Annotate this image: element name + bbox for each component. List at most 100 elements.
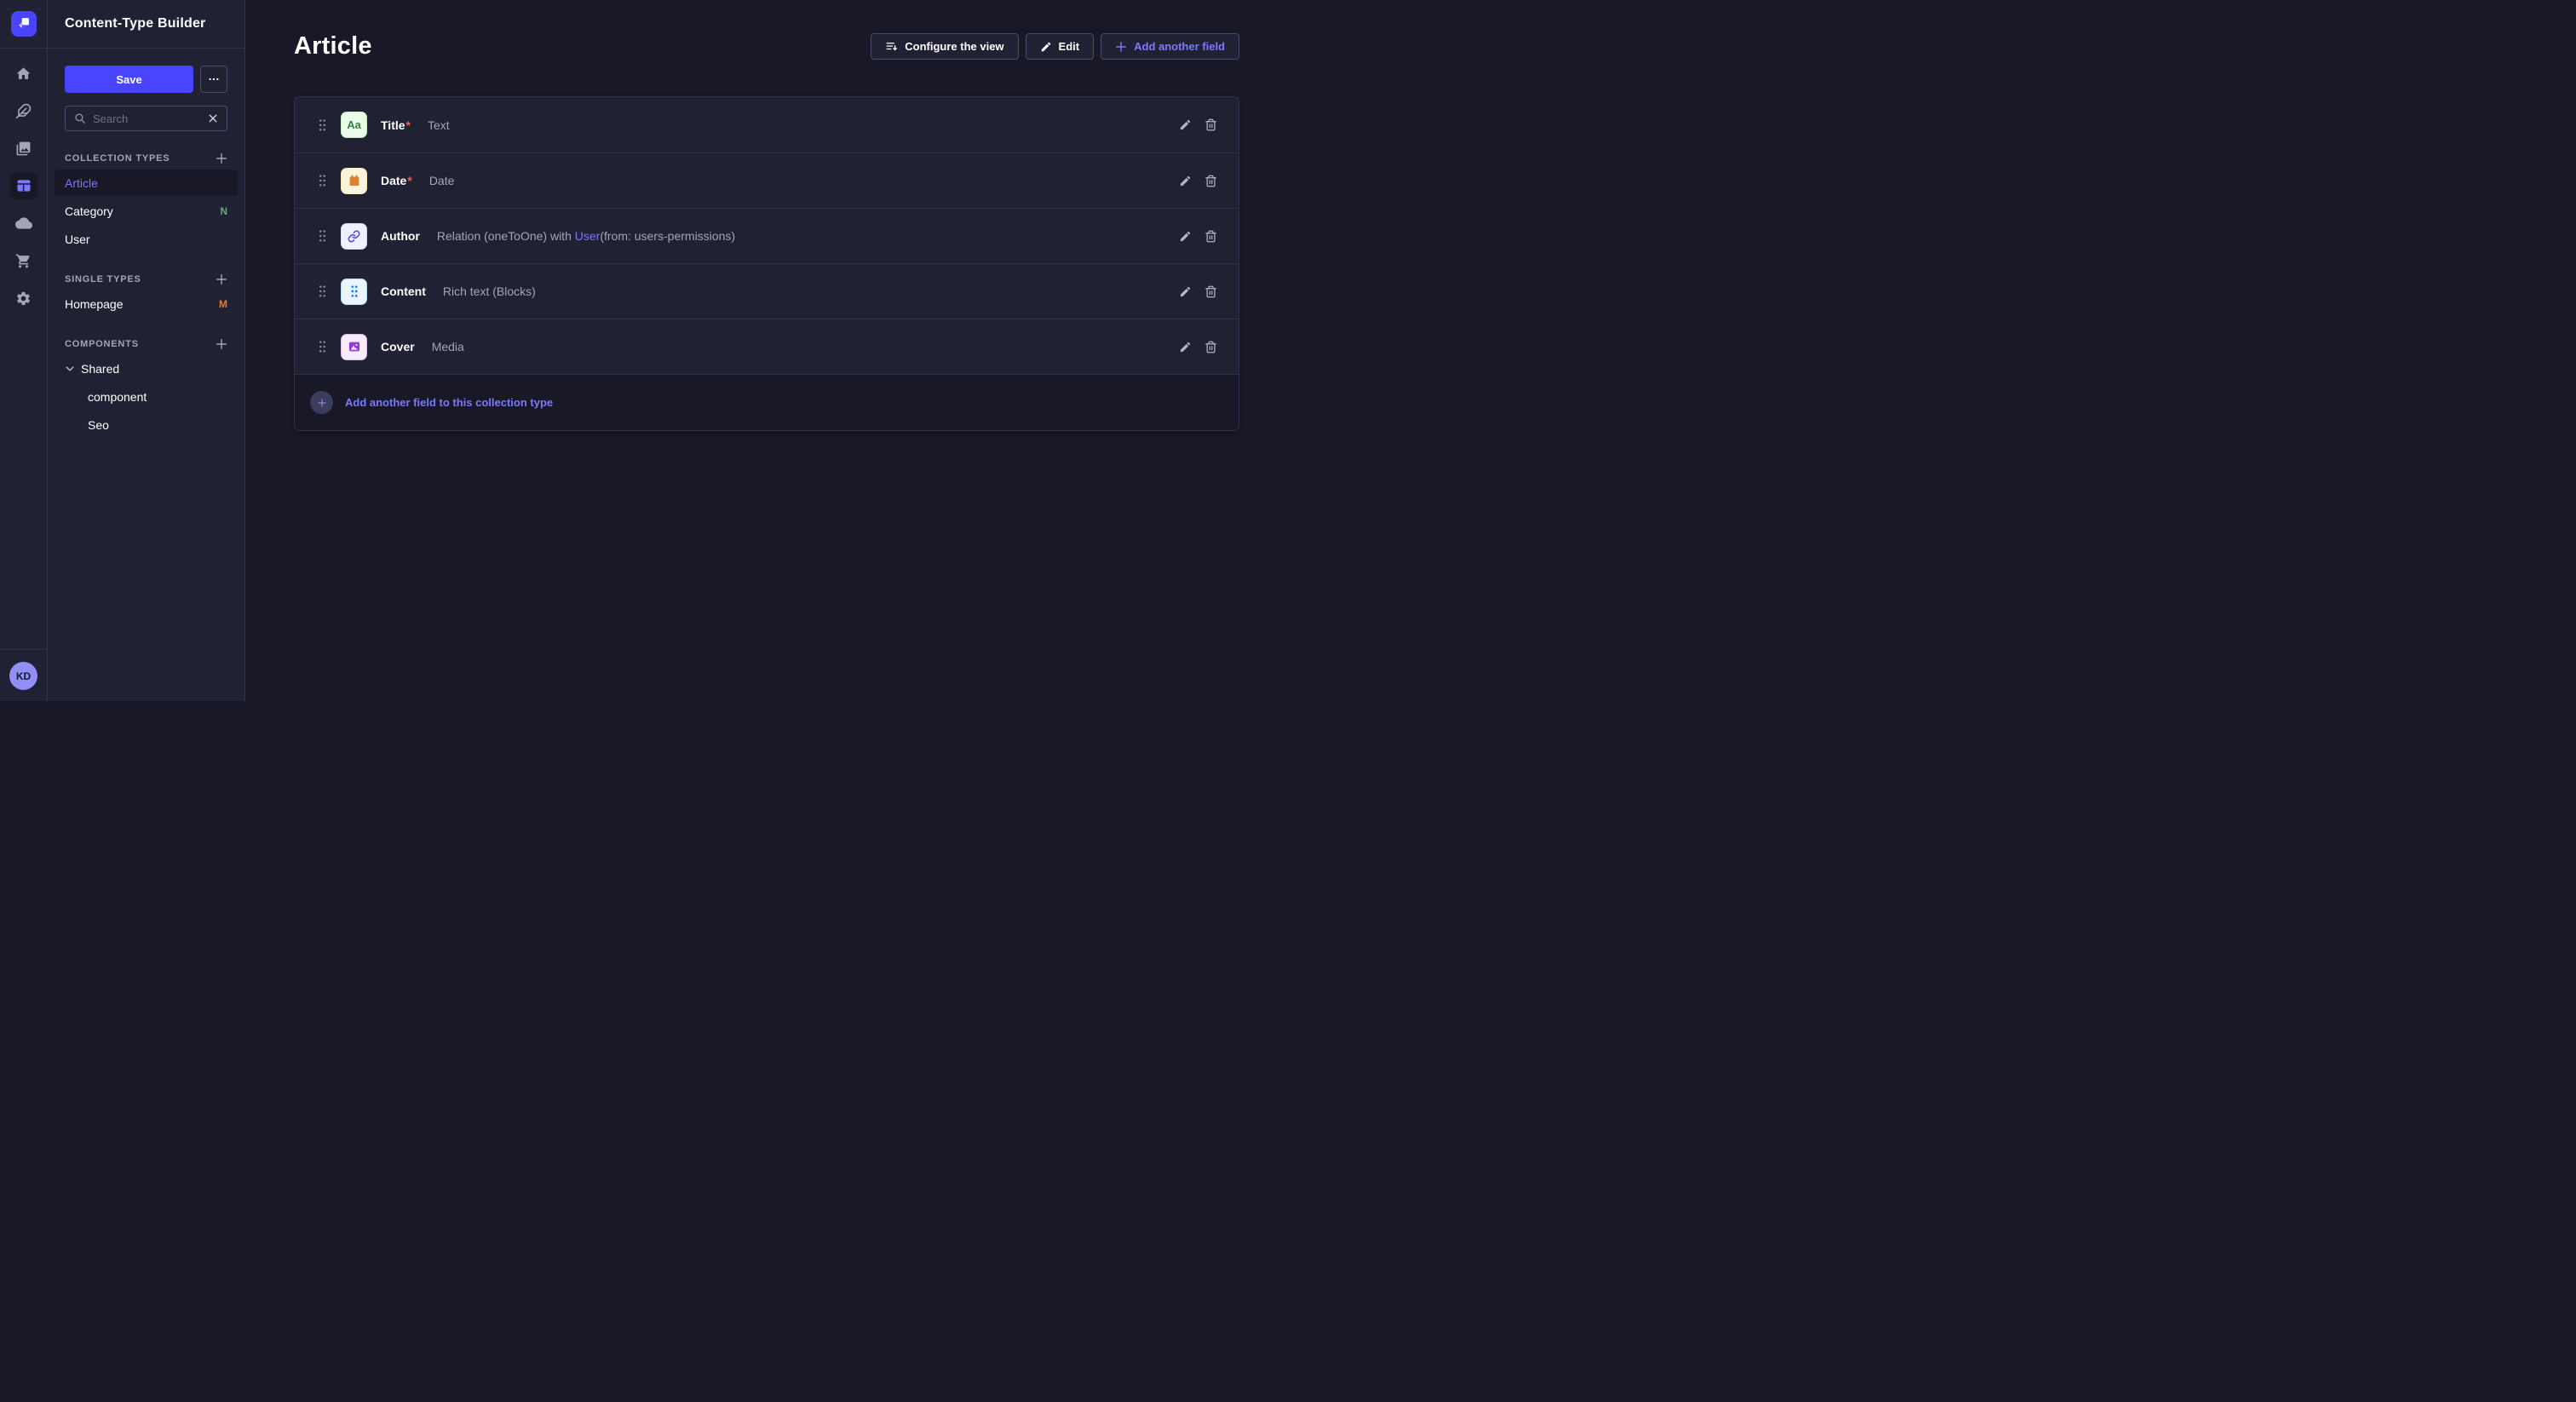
- gear-icon: [15, 290, 32, 307]
- rail-footer: KD: [0, 649, 47, 701]
- user-avatar[interactable]: KD: [9, 662, 37, 690]
- sidebar-body: Save Collection Types: [48, 49, 244, 438]
- button-label: Configure the view: [905, 40, 1003, 53]
- component-item-component[interactable]: component: [65, 383, 227, 410]
- more-options-button[interactable]: [200, 66, 227, 93]
- fields-table: Aa Title* Text Date* Date: [294, 96, 1239, 431]
- drag-handle-icon[interactable]: [319, 174, 326, 187]
- item-label: Homepage: [65, 297, 124, 311]
- field-type: Date: [429, 174, 455, 187]
- clear-search-button[interactable]: [208, 113, 218, 124]
- drag-handle-icon[interactable]: [319, 118, 326, 132]
- edit-field-button[interactable]: [1179, 341, 1192, 353]
- add-collection-type-button[interactable]: [216, 152, 227, 164]
- nav-marketplace[interactable]: [10, 247, 37, 274]
- section-head: Components: [65, 338, 227, 353]
- field-row-cover: Cover Media: [295, 319, 1239, 374]
- delete-field-button[interactable]: [1205, 285, 1217, 298]
- cart-icon: [15, 253, 32, 269]
- nav-content-type-builder[interactable]: [10, 172, 37, 199]
- sidebar-item-homepage[interactable]: Homepage M: [55, 290, 238, 317]
- edit-field-button[interactable]: [1179, 285, 1192, 298]
- field-name: Date*: [381, 174, 412, 187]
- add-field-link[interactable]: Add another field to this collection typ…: [345, 396, 553, 409]
- main-content: Article Configure the view Edit Add an: [245, 0, 1288, 701]
- field-row-title: Aa Title* Text: [295, 97, 1239, 152]
- feather-icon: [15, 103, 32, 119]
- edit-field-button[interactable]: [1179, 230, 1192, 243]
- plus-circle-icon: [310, 391, 333, 414]
- edit-field-button[interactable]: [1179, 175, 1192, 187]
- component-item-seo[interactable]: Seo: [65, 411, 227, 438]
- search-box: [65, 106, 227, 131]
- cloud-icon: [15, 215, 32, 232]
- field-row-content: Content Rich text (Blocks): [295, 263, 1239, 319]
- section-label: Collection Types: [65, 153, 170, 164]
- add-single-type-button[interactable]: [216, 273, 227, 285]
- page-title: Article: [294, 32, 372, 60]
- drag-handle-icon[interactable]: [319, 340, 326, 353]
- sidebar-item-category[interactable]: Category N: [55, 198, 238, 224]
- field-name: Content: [381, 284, 426, 298]
- header-actions: Configure the view Edit Add another fiel…: [871, 33, 1239, 60]
- main-nav-rail: KD: [0, 0, 48, 701]
- home-icon: [15, 66, 32, 82]
- add-another-field-button[interactable]: Add another field: [1101, 33, 1239, 60]
- pencil-icon: [1179, 118, 1192, 131]
- nav-home[interactable]: [10, 60, 37, 87]
- relation-target-link[interactable]: User: [575, 229, 601, 243]
- section-label: Single Types: [65, 274, 141, 284]
- add-component-button[interactable]: [216, 338, 227, 350]
- delete-field-button[interactable]: [1205, 118, 1217, 131]
- nav-cloud[interactable]: [10, 210, 37, 237]
- add-field-footer[interactable]: Add another field to this collection typ…: [295, 374, 1239, 430]
- pencil-icon: [1179, 285, 1192, 298]
- sidebar-item-user[interactable]: User: [55, 226, 238, 252]
- nav-content-manager[interactable]: [10, 97, 37, 124]
- delete-field-button[interactable]: [1205, 230, 1217, 243]
- strapi-logo-icon: [14, 14, 33, 33]
- section-collection-types: Collection Types Article Category N User: [65, 152, 227, 252]
- section-single-types: Single Types Homepage M: [65, 273, 227, 317]
- plus-icon: [216, 152, 227, 164]
- component-group-shared[interactable]: Shared: [65, 355, 227, 382]
- trash-icon: [1205, 230, 1217, 243]
- close-icon: [208, 113, 218, 124]
- sidebar-header: Content-Type Builder: [48, 0, 244, 49]
- button-label: Edit: [1059, 40, 1080, 53]
- delete-field-button[interactable]: [1205, 175, 1217, 187]
- search-icon: [74, 112, 86, 124]
- row-actions: [1179, 118, 1217, 131]
- edit-field-button[interactable]: [1179, 118, 1192, 131]
- edit-button[interactable]: Edit: [1026, 33, 1095, 60]
- save-button[interactable]: Save: [65, 66, 193, 93]
- configure-view-button[interactable]: Configure the view: [871, 33, 1018, 60]
- drag-handle-icon[interactable]: [319, 229, 326, 243]
- required-mark: *: [406, 118, 411, 132]
- field-row-author: Author Relation (oneToOne) with User(fro…: [295, 208, 1239, 263]
- rail-header: [0, 0, 47, 49]
- nav-media-library[interactable]: [10, 135, 37, 162]
- delete-field-button[interactable]: [1205, 341, 1217, 353]
- field-name: Cover: [381, 340, 415, 353]
- pencil-icon: [1040, 41, 1052, 53]
- strapi-logo[interactable]: [11, 11, 37, 37]
- sidebar-item-article[interactable]: Article: [55, 170, 238, 196]
- trash-icon: [1205, 175, 1217, 187]
- group-label: Shared: [81, 362, 119, 376]
- status-badge: N: [220, 205, 227, 217]
- field-type: Rich text (Blocks): [443, 284, 536, 298]
- nav-settings[interactable]: [10, 284, 37, 312]
- configure-list-icon: [885, 40, 898, 53]
- plus-icon: [216, 273, 227, 285]
- rail-icon-list: [10, 49, 37, 312]
- item-label: component: [88, 390, 147, 404]
- date-field-icon: [341, 168, 367, 194]
- ellipsis-icon: [208, 73, 220, 85]
- layout-icon: [15, 177, 32, 194]
- section-label: Components: [65, 339, 139, 349]
- drag-handle-icon[interactable]: [319, 284, 326, 298]
- search-input[interactable]: [93, 112, 201, 125]
- save-row: Save: [65, 66, 227, 93]
- pictures-icon: [15, 141, 32, 157]
